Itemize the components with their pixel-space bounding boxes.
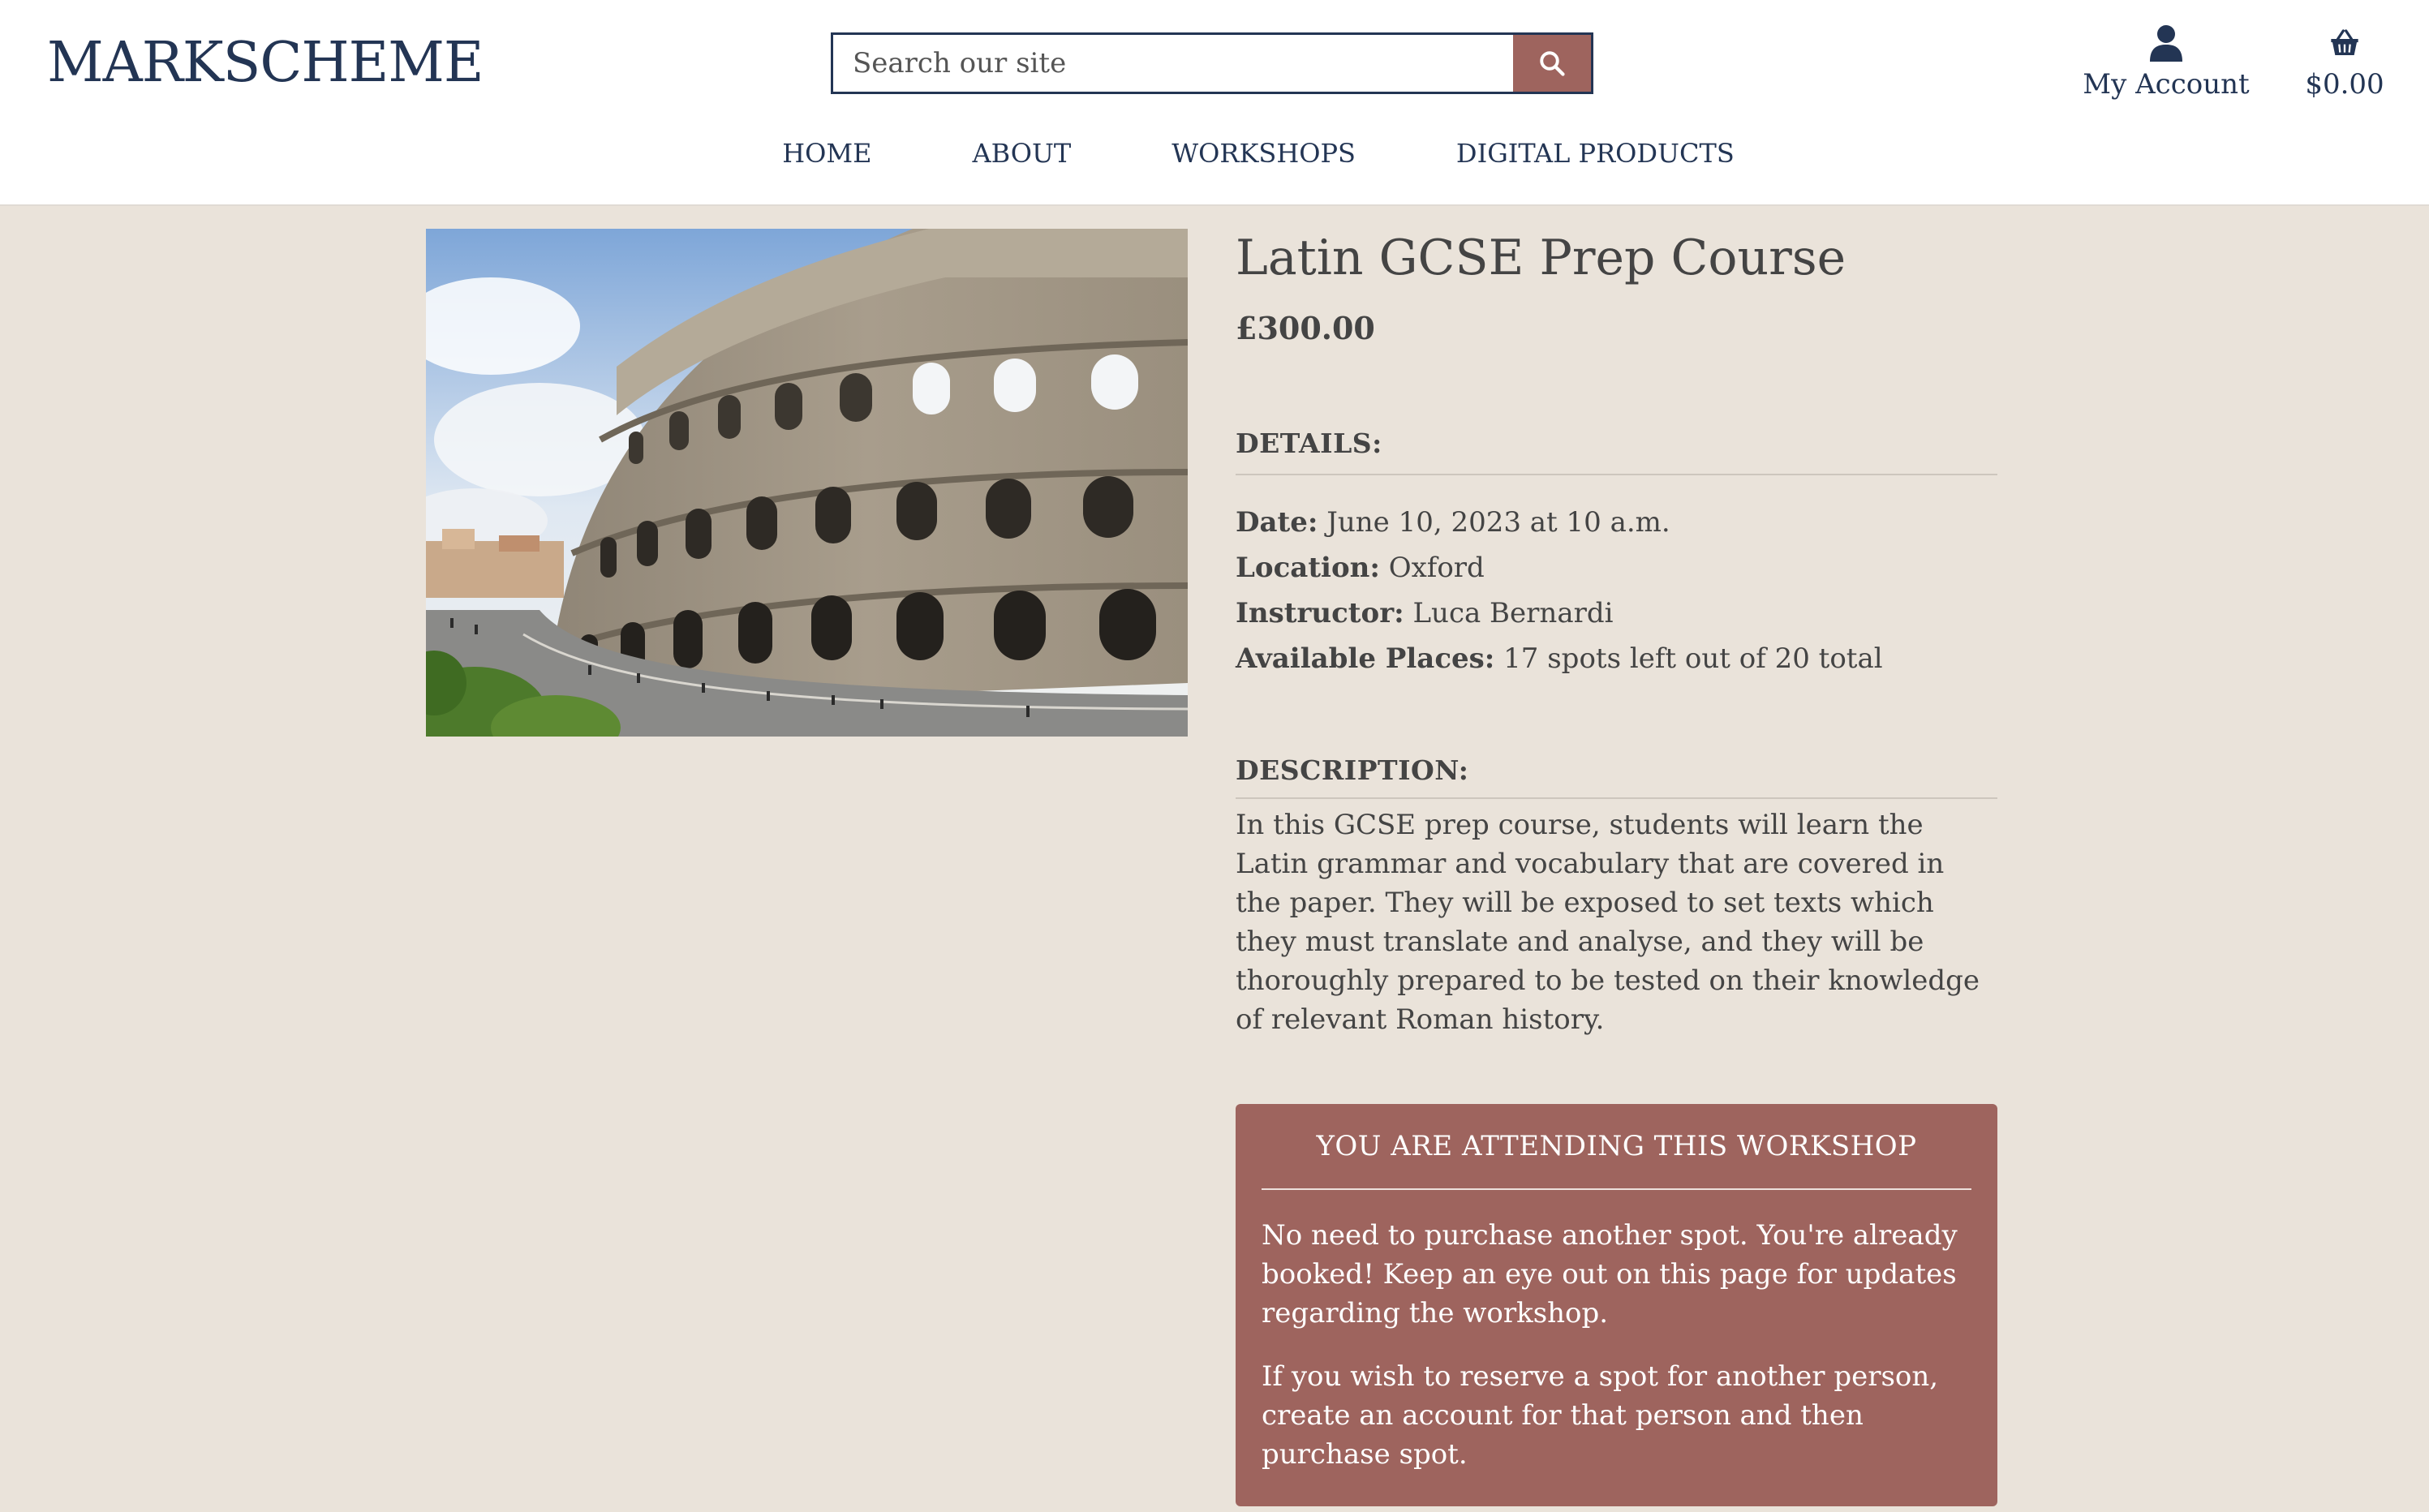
product-image	[426, 229, 1188, 737]
product-title: Latin GCSE Prep Course	[1236, 230, 1846, 286]
location-row: Location: Oxford	[1236, 545, 1997, 591]
colosseum-image	[426, 229, 1188, 737]
date-row: Date: June 10, 2023 at 10 a.m.	[1236, 500, 1997, 545]
places-value: 17 spots left out of 20 total	[1494, 642, 1883, 675]
product-price: £300.00	[1236, 310, 1375, 346]
nav-about[interactable]: ABOUT	[973, 138, 1072, 169]
instructor-label: Instructor:	[1236, 597, 1404, 629]
basket-link[interactable]: $0.00	[2296, 24, 2393, 101]
nav-workshops[interactable]: WORKSHOPS	[1172, 138, 1356, 169]
nav-home[interactable]: HOME	[782, 138, 871, 169]
nav-digital-products[interactable]: DIGITAL PRODUCTS	[1456, 138, 1735, 169]
search-input[interactable]	[833, 35, 1513, 92]
places-label: Available Places:	[1236, 642, 1495, 675]
main-nav: HOME ABOUT WORKSHOPS DIGITAL PRODUCTS	[0, 138, 2429, 169]
my-account-link[interactable]: My Account	[2077, 24, 2255, 101]
basket-icon	[2296, 24, 2393, 63]
places-row: Available Places: 17 spots left out of 2…	[1236, 636, 1997, 681]
details-list: Date: June 10, 2023 at 10 a.m. Location:…	[1236, 500, 1997, 681]
my-account-label: My Account	[2083, 68, 2250, 101]
instructor-value: Luca Bernardi	[1404, 597, 1614, 629]
date-value: June 10, 2023 at 10 a.m.	[1318, 506, 1670, 539]
attending-message-other-person: If you wish to reserve a spot for anothe…	[1262, 1360, 1939, 1471]
attending-title: YOU ARE ATTENDING THIS WORKSHOP	[1262, 1130, 1971, 1190]
description-heading: DESCRIPTION:	[1236, 754, 1997, 799]
site-header: MARKSCHEME My Account	[0, 0, 2429, 206]
basket-total: $0.00	[2305, 68, 2384, 101]
date-label: Date:	[1236, 506, 1318, 539]
description-text: In this GCSE prep course, students will …	[1236, 809, 1980, 1036]
user-icon	[2077, 24, 2255, 63]
details-heading: DETAILS:	[1236, 427, 1997, 475]
attending-notice: YOU ARE ATTENDING THIS WORKSHOP No need …	[1236, 1104, 1997, 1506]
site-logo[interactable]: MARKSCHEME	[47, 31, 484, 95]
product-details: Latin GCSE Prep Course £300.00 DETAILS: …	[1236, 224, 1997, 1506]
search-button[interactable]	[1513, 35, 1591, 92]
search-icon	[1540, 51, 1565, 76]
instructor-row: Instructor: Luca Bernardi	[1236, 591, 1997, 636]
location-label: Location:	[1236, 552, 1380, 584]
location-value: Oxford	[1379, 552, 1485, 584]
search-form	[831, 32, 1593, 94]
attending-message-booked: No need to purchase another spot. You're…	[1262, 1219, 1958, 1329]
